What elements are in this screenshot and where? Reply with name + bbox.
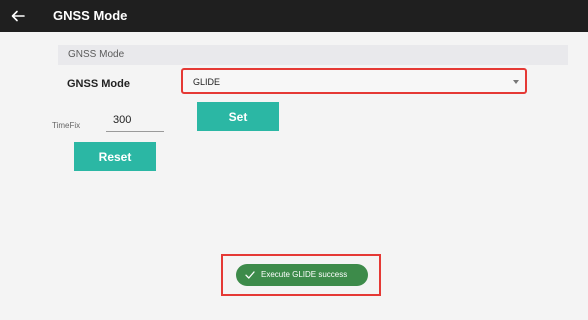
- toast-highlight-frame: Execute GLIDE success: [221, 254, 381, 296]
- timefix-input[interactable]: 300: [106, 111, 164, 132]
- gnss-mode-select[interactable]: GLIDE: [181, 68, 527, 94]
- back-button[interactable]: [6, 4, 30, 28]
- dropdown-arrow-icon: [513, 80, 519, 84]
- page-title: GNSS Mode: [53, 8, 128, 23]
- arrow-left-icon: [11, 10, 25, 22]
- app-bar: GNSS Mode: [0, 0, 588, 32]
- timefix-label: TimeFix: [52, 121, 81, 130]
- toast-message: Execute GLIDE success: [261, 270, 348, 279]
- success-toast: Execute GLIDE success: [236, 264, 368, 286]
- gnss-mode-label: GNSS Mode: [67, 78, 130, 90]
- section-header-label: GNSS Mode: [68, 49, 125, 60]
- timefix-value: 300: [113, 114, 132, 126]
- reset-button[interactable]: Reset: [74, 142, 156, 171]
- gnss-mode-selected-value: GLIDE: [193, 77, 221, 87]
- section-header: GNSS Mode: [58, 45, 568, 65]
- set-button[interactable]: Set: [197, 102, 279, 131]
- checkmark-icon: [245, 270, 255, 280]
- main-content: GNSS Mode GNSS Mode GLIDE TimeFix 300 Se…: [0, 32, 588, 320]
